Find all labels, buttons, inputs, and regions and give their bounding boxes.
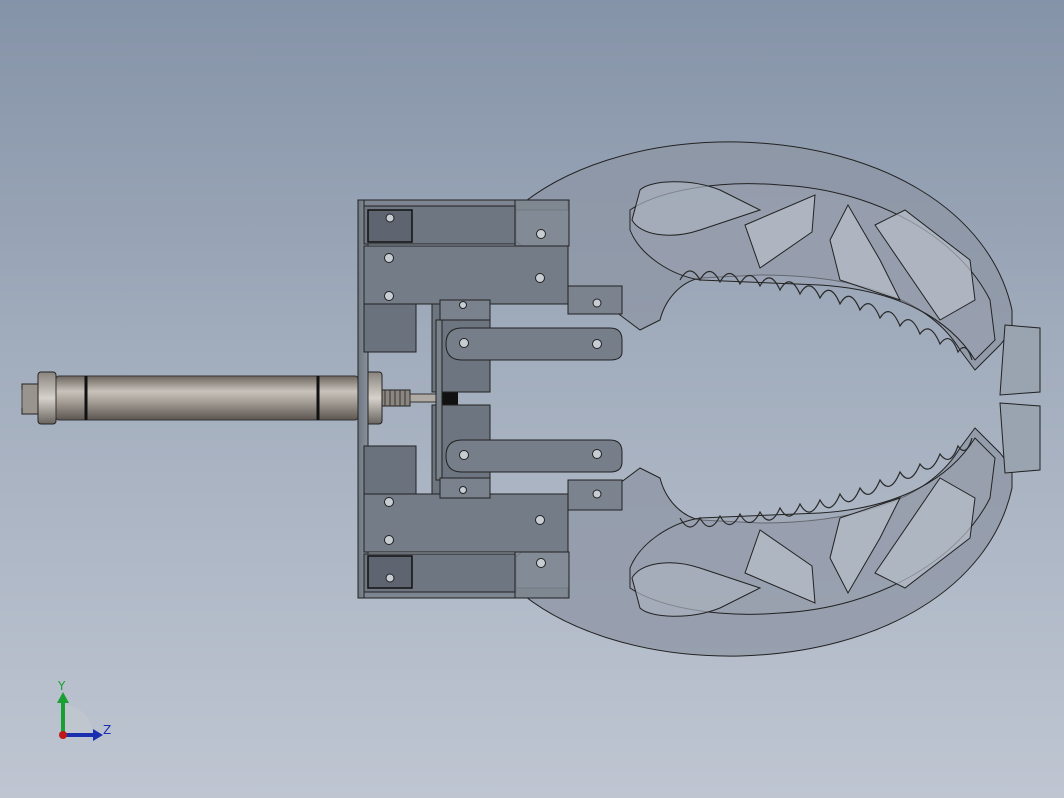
view-triad[interactable]: Y Z <box>57 679 111 741</box>
rear-nut <box>37 371 57 425</box>
z-axis-label: Z <box>103 723 111 737</box>
cylinder[interactable] <box>21 371 458 425</box>
lower-bracket[interactable] <box>363 477 570 599</box>
y-axis-label: Y <box>57 679 66 693</box>
cylinder-barrel <box>55 375 359 421</box>
piston-rod <box>409 393 439 403</box>
cad-viewport[interactable]: Y Z <box>0 0 1064 798</box>
upper-bracket[interactable] <box>363 199 570 321</box>
x-axis-dot <box>59 731 67 739</box>
gripper-model[interactable]: Y Z <box>0 0 1064 798</box>
